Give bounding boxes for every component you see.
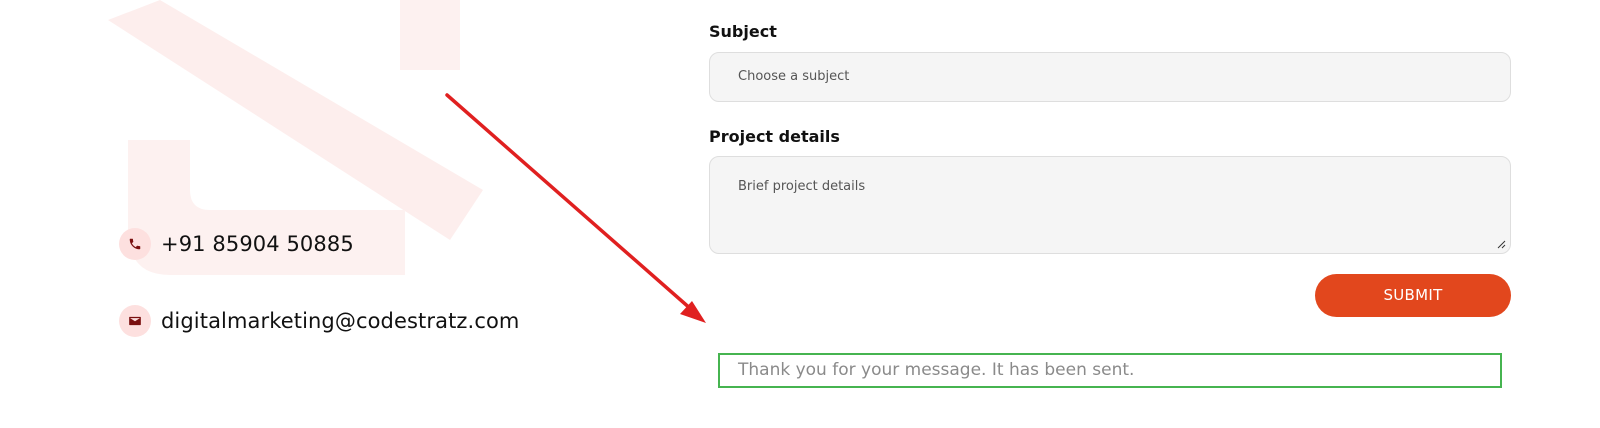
resize-handle-icon[interactable]	[1496, 239, 1506, 249]
contact-phone[interactable]: +91 85904 50885	[119, 228, 354, 260]
email-address: digitalmarketing@codestratz.com	[161, 309, 520, 333]
project-details-textarea[interactable]: Brief project details	[709, 156, 1511, 254]
submit-button[interactable]: SUBMIT	[1315, 274, 1511, 317]
project-details-label: Project details	[709, 127, 840, 146]
phone-number: +91 85904 50885	[161, 232, 354, 256]
envelope-icon	[119, 305, 151, 337]
contact-email[interactable]: digitalmarketing@codestratz.com	[119, 305, 519, 337]
phone-icon	[119, 228, 151, 260]
subject-select[interactable]: Choose a subject	[709, 52, 1511, 102]
project-details-placeholder: Brief project details	[738, 179, 866, 194]
subject-label: Subject	[709, 22, 777, 41]
contact-section: +91 85904 50885 digitalmarketing@codestr…	[0, 0, 1600, 428]
subject-placeholder: Choose a subject	[738, 69, 850, 84]
success-message: Thank you for your message. It has been …	[718, 353, 1502, 388]
